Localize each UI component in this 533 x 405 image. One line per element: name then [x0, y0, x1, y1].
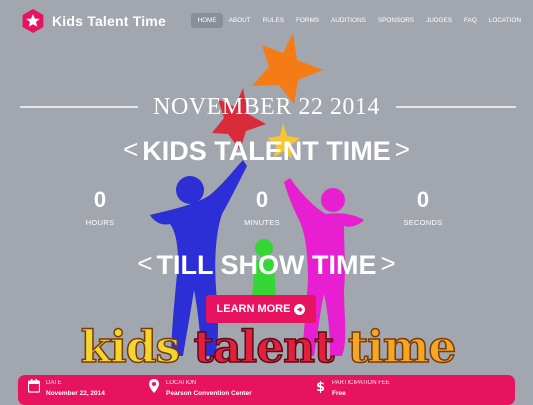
- svg-text:$: $: [316, 380, 325, 393]
- nav-item-judges[interactable]: JUDGES: [420, 13, 458, 28]
- event-date-row: NOVEMBER 22 2014: [0, 94, 533, 124]
- event-date: NOVEMBER 22 2014: [153, 94, 380, 120]
- nav-item-auditions[interactable]: AUDITIONS: [325, 13, 372, 28]
- chevron-right-icon: >: [394, 134, 410, 164]
- brand[interactable]: Kids Talent Time: [20, 8, 166, 34]
- countdown-hours-value: 0: [93, 187, 107, 212]
- countdown-hours-label: HOURS: [85, 218, 115, 227]
- star-icon: [22, 9, 44, 33]
- countdown-minutes: 0 MINUTES: [232, 187, 292, 228]
- nav-item-sponsors[interactable]: SPONSORS: [372, 13, 420, 28]
- wordart-time: time: [347, 321, 457, 374]
- countdown-minutes-value: 0: [255, 187, 269, 212]
- dollar-icon: $: [316, 380, 325, 393]
- calendar-icon: [28, 379, 40, 393]
- countdown-minutes-label: MINUTES: [244, 218, 280, 227]
- countdown-hours: 0 HOURS: [70, 187, 130, 228]
- event-info-bar: DATE November 22, 2014 LOCATION Pearson …: [18, 375, 515, 405]
- info-location-label: LOCATION: [166, 380, 197, 386]
- info-date-label: DATE: [46, 380, 62, 386]
- chevron-right-icon: >: [380, 248, 396, 278]
- countdown-seconds-value: 0: [416, 187, 430, 212]
- nav-item-home[interactable]: HOME: [191, 13, 223, 28]
- wordart-kids: kids: [80, 321, 181, 374]
- wordart-logo: kids talent time: [58, 318, 478, 378]
- main-nav: HOME ABOUT RULES FORMS AUDITIONS SPONSOR…: [191, 13, 527, 28]
- nav-item-rules[interactable]: RULES: [257, 13, 290, 28]
- hero-title-text: KIDS TALENT TIME: [142, 136, 391, 166]
- arrow-circle-right-icon: [294, 303, 306, 315]
- nav-item-about[interactable]: ABOUT: [223, 13, 257, 28]
- countdown-seconds: 0 SECONDS: [393, 187, 453, 228]
- hero-subtitle: < TILL SHOW TIME >: [0, 248, 533, 281]
- nav-item-forms[interactable]: FORMS: [290, 13, 325, 28]
- chevron-left-icon: <: [123, 134, 139, 164]
- hero-title: < KIDS TALENT TIME >: [0, 134, 533, 167]
- info-location-value: Pearson Convention Center: [166, 390, 252, 397]
- brand-name: Kids Talent Time: [52, 13, 166, 29]
- map-pin-icon: [149, 379, 159, 393]
- nav-item-faq[interactable]: FAQ: [458, 13, 483, 28]
- nav-item-location[interactable]: LOCATION: [483, 13, 527, 28]
- countdown-seconds-label: SECONDS: [403, 218, 443, 227]
- hero-subtitle-text: TILL SHOW TIME: [156, 250, 377, 280]
- wordart-talent: talent: [193, 321, 335, 374]
- info-date-value: November 22, 2014: [46, 390, 105, 397]
- chevron-left-icon: <: [137, 248, 153, 278]
- info-fee-label: PARTICIPATION FEE: [332, 380, 390, 386]
- learn-more-label: LEARN MORE: [216, 303, 291, 315]
- info-fee-value: Free: [332, 390, 346, 397]
